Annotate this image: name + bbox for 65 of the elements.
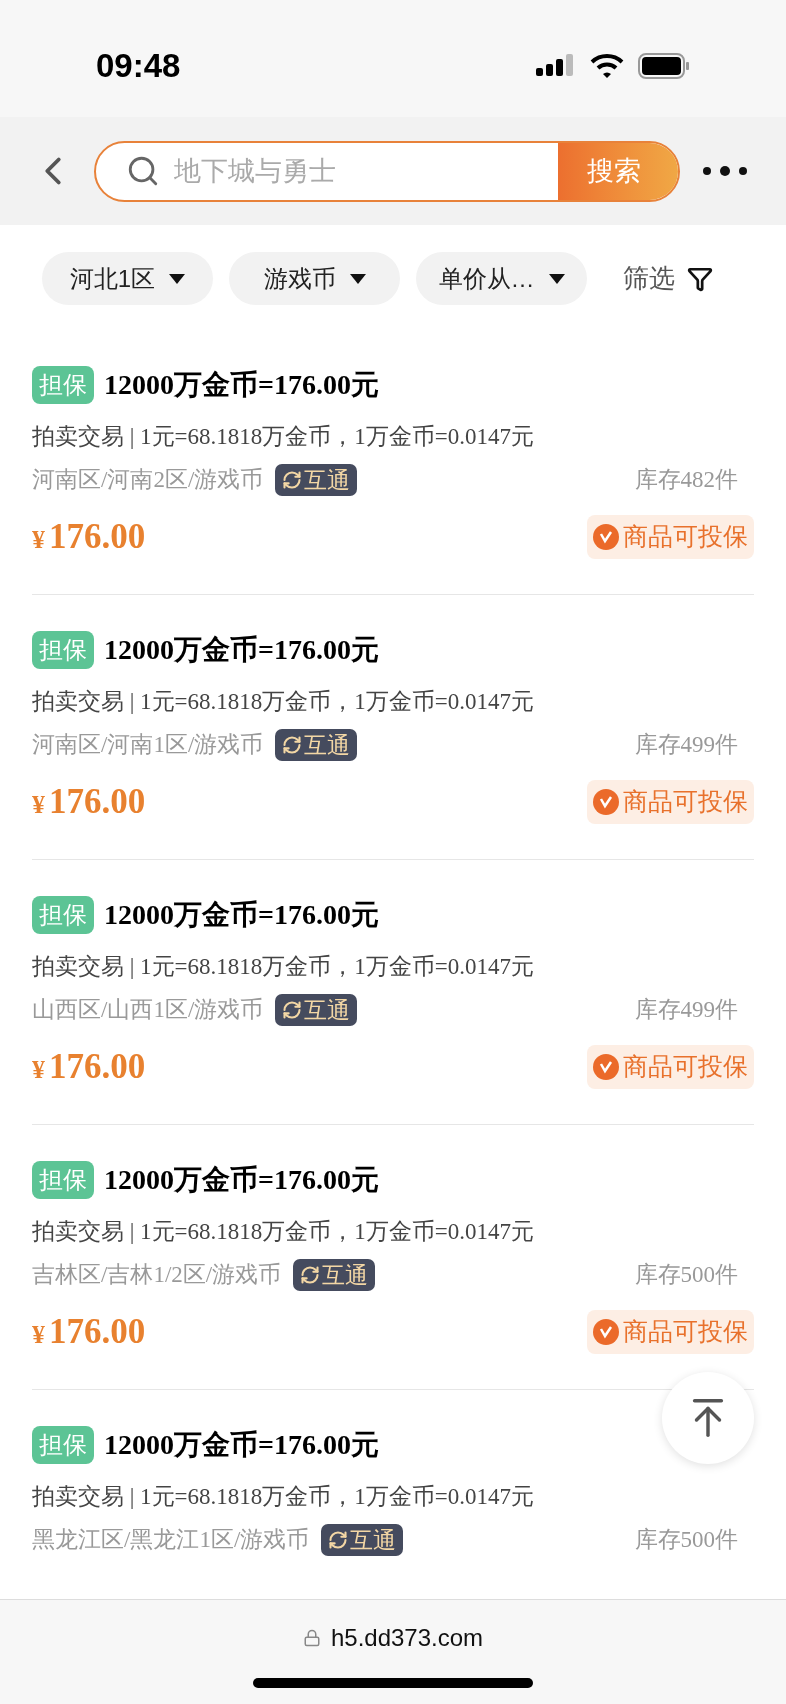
refresh-icon (282, 1000, 303, 1020)
escrow-badge: 担保 (32, 896, 94, 934)
battery-icon (638, 52, 690, 79)
interop-tag: 互通 (275, 464, 358, 496)
filter-dropdown[interactable]: 单价从… (416, 252, 587, 305)
listing-title: 12000万金币=176.00元 (104, 1428, 379, 1462)
listing-location: 河南区/河南1区/游戏币 (32, 730, 264, 759)
url-text[interactable]: h5.dd373.com (330, 1620, 484, 1656)
check-circle-icon (593, 1319, 619, 1345)
listing-detail: 拍卖交易 | 1元=68.1818万金币，1万金币=0.0147元 (32, 687, 535, 716)
caret-icon (169, 273, 186, 284)
more-icon[interactable] (702, 164, 748, 178)
price: ¥176.00 (32, 780, 146, 823)
search-input[interactable]: 地下城与勇士 (174, 150, 558, 192)
escrow-badge: 担保 (32, 631, 94, 669)
listing-title: 12000万金币=176.00元 (104, 1163, 379, 1197)
refresh-icon (300, 1265, 321, 1285)
listing-detail: 拍卖交易 | 1元=68.1818万金币，1万金币=0.0147元 (32, 1217, 535, 1246)
listing-location: 黑龙江区/黑龙江1区/游戏币 (32, 1525, 310, 1554)
listing-detail: 拍卖交易 | 1元=68.1818万金币，1万金币=0.0147元 (32, 422, 535, 451)
lock-icon (302, 1629, 321, 1647)
stock-count: 库存500件 (634, 1260, 738, 1289)
check-circle-icon (593, 524, 619, 550)
insurable-tag: 商品可投保 (587, 515, 754, 559)
interop-tag: 互通 (275, 994, 358, 1026)
interop-tag: 互通 (293, 1259, 376, 1291)
stock-count: 库存500件 (634, 1525, 738, 1554)
filter-dropdown[interactable]: 游戏币 (229, 252, 400, 305)
refresh-icon (328, 1530, 349, 1550)
wifi-icon (590, 52, 624, 79)
interop-tag: 互通 (321, 1524, 404, 1556)
search-icon (126, 154, 160, 188)
filter-dropdown[interactable]: 河北1区 (42, 252, 213, 305)
listing-title: 12000万金币=176.00元 (104, 898, 379, 932)
listing-location: 山西区/山西1区/游戏币 (32, 995, 264, 1024)
listing-detail: 拍卖交易 | 1元=68.1818万金币，1万金币=0.0147元 (32, 952, 535, 981)
insurable-tag: 商品可投保 (587, 1310, 754, 1354)
stock-count: 库存482件 (634, 465, 738, 494)
status-time: 09:48 (96, 45, 181, 86)
caret-icon (349, 273, 366, 284)
signal-icon (536, 52, 576, 79)
listing-detail: 拍卖交易 | 1元=68.1818万金币，1万金币=0.0147元 (32, 1482, 535, 1511)
stock-count: 库存499件 (634, 730, 738, 759)
escrow-badge: 担保 (32, 1161, 94, 1199)
listing-location: 吉林区/吉林1/2区/游戏币 (32, 1260, 282, 1289)
escrow-badge: 担保 (32, 366, 94, 404)
insurable-tag: 商品可投保 (587, 1045, 754, 1089)
refresh-icon (282, 735, 303, 755)
price: ¥176.00 (32, 515, 146, 558)
listing-location: 河南区/河南2区/游戏币 (32, 465, 264, 494)
listing-title: 12000万金币=176.00元 (104, 368, 379, 402)
stock-count: 库存499件 (634, 995, 738, 1024)
price: ¥176.00 (32, 1310, 146, 1353)
insurable-tag: 商品可投保 (587, 780, 754, 824)
filter-button[interactable]: 筛选 (623, 252, 713, 305)
check-circle-icon (593, 789, 619, 815)
escrow-badge: 担保 (32, 1426, 94, 1464)
filter-icon (687, 265, 713, 292)
scroll-to-top-button[interactable] (662, 1372, 754, 1464)
listing-title: 12000万金币=176.00元 (104, 633, 379, 667)
caret-icon (548, 273, 565, 284)
refresh-icon (282, 470, 303, 490)
price: ¥176.00 (32, 1045, 146, 1088)
interop-tag: 互通 (275, 729, 358, 761)
check-circle-icon (593, 1054, 619, 1080)
